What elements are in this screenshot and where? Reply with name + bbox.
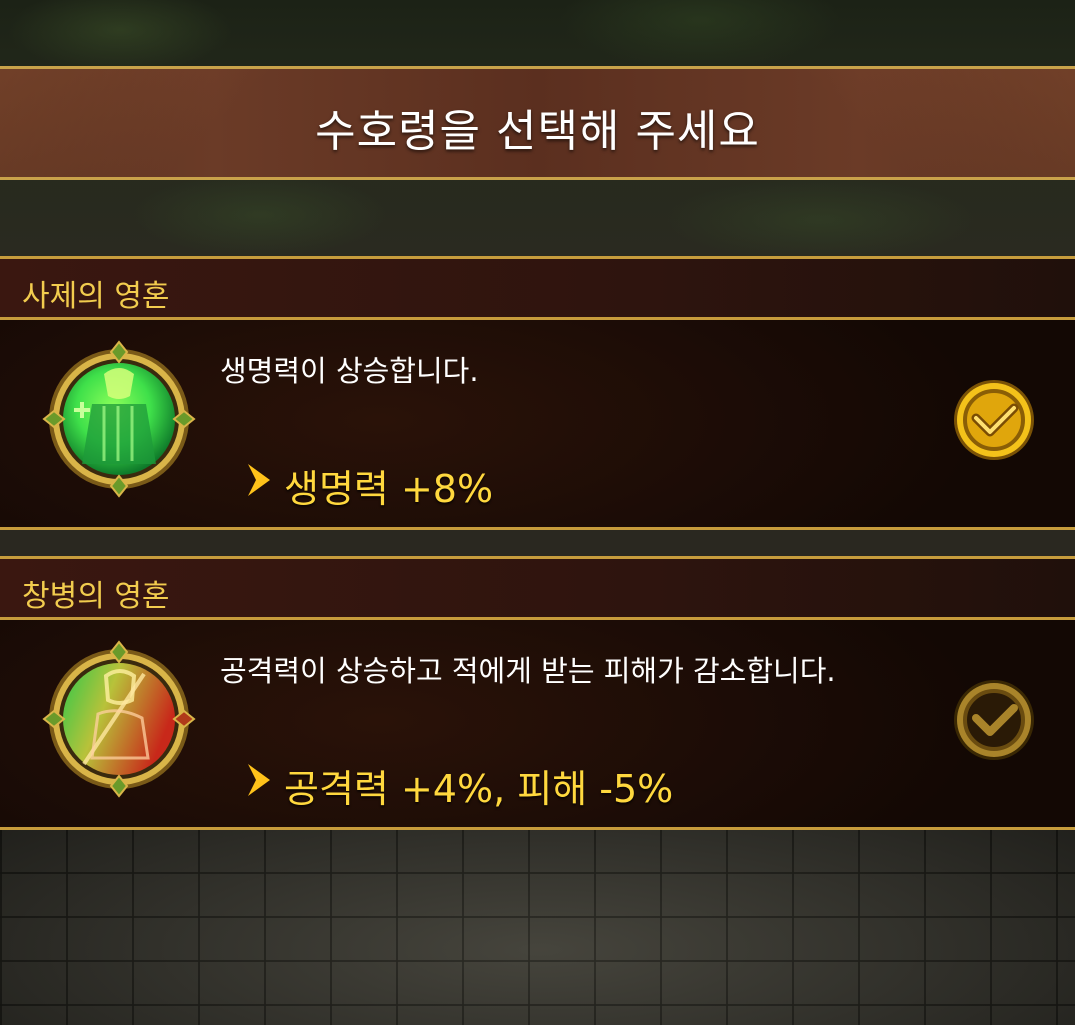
chevron-right-icon bbox=[248, 464, 270, 496]
select-checkmark-button[interactable] bbox=[952, 678, 1036, 762]
select-checkmark-button[interactable] bbox=[952, 378, 1036, 462]
option-name: 창병의 영혼 bbox=[22, 579, 170, 614]
option-body: 생명력이 상승합니다. 생명력 +8% bbox=[0, 320, 1075, 530]
spearman-spirit-icon bbox=[42, 640, 196, 798]
option-body: 공격력이 상승하고 적에게 받는 피해가 감소합니다. 공격력 +4%, 피해 … bbox=[0, 620, 1075, 830]
option-header: 사제의 영혼 bbox=[0, 256, 1075, 320]
stone-wall-background bbox=[0, 830, 1075, 1025]
option-bonus: 생명력 +8% bbox=[284, 467, 494, 511]
title-banner: 수호령을 선택해 주세요 bbox=[0, 66, 1075, 180]
option-bonus: 공격력 +4%, 피해 -5% bbox=[284, 767, 674, 811]
option-name: 사제의 영혼 bbox=[22, 279, 170, 314]
page-title: 수호령을 선택해 주세요 bbox=[315, 106, 760, 157]
chevron-right-icon bbox=[248, 764, 270, 796]
stone-strip bbox=[0, 530, 1075, 558]
option-description: 생명력이 상승합니다. bbox=[220, 354, 479, 388]
option-description: 공격력이 상승하고 적에게 받는 피해가 감소합니다. bbox=[220, 654, 836, 688]
priest-spirit-icon bbox=[42, 340, 196, 498]
option-header: 창병의 영혼 bbox=[0, 556, 1075, 620]
